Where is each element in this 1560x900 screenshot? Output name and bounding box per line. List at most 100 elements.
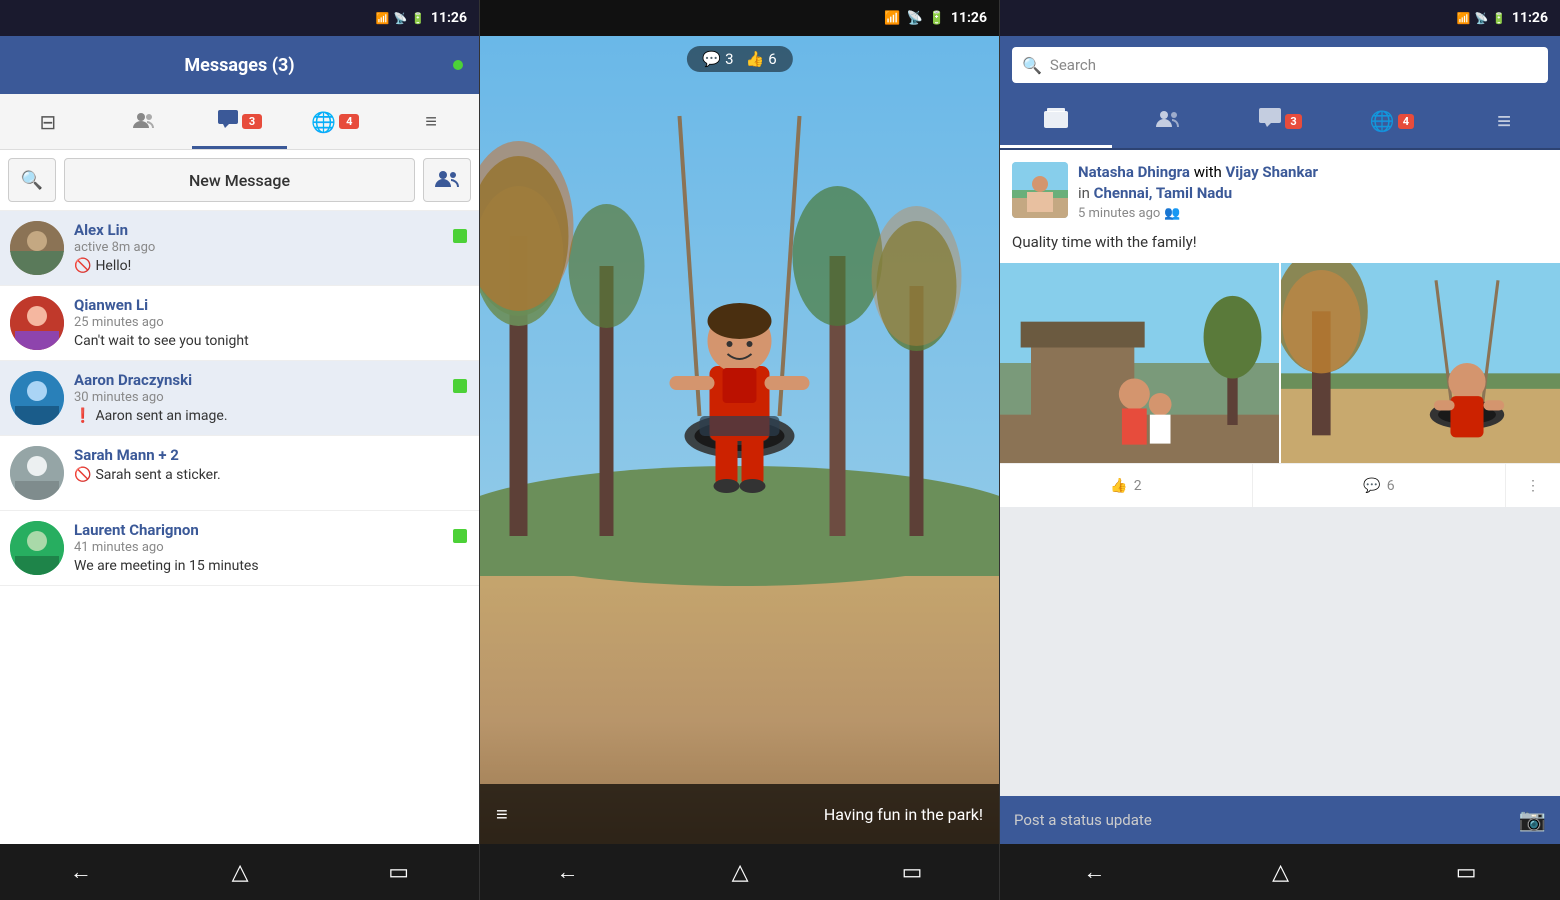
feed-tab-friends[interactable] [1112, 94, 1224, 148]
feed-tab-messages[interactable]: 3 [1224, 94, 1336, 148]
battery-icon-feed: 🔋 [1492, 12, 1506, 25]
photo-bottom-bar: ≡ Having fun in the park! [480, 784, 999, 844]
feed-globe-badge: 4 [1398, 114, 1414, 129]
message-info-aaron: Aaron Draczynski 30 minutes ago ❗ Aaron … [74, 371, 469, 424]
feed-globe-icon: 🌐 [1370, 109, 1395, 133]
message-preview-laurent: We are meeting in 15 minutes [74, 558, 469, 574]
avatar-qianwen [10, 296, 64, 350]
post-image-2[interactable] [1281, 263, 1560, 463]
messages-header: Messages (3) [0, 36, 479, 94]
comment-count: 3 [725, 50, 733, 68]
error-icon-aaron: ❗ [74, 408, 91, 424]
search-icon: 🔍 [21, 170, 43, 191]
post-avatar [1012, 162, 1068, 218]
message-item-alex[interactable]: Alex Lin active 8m ago 🚫 Hello! [0, 211, 479, 286]
comment-action[interactable]: 💬 6 [1253, 464, 1506, 507]
post-status-placeholder[interactable]: Post a status update [1014, 811, 1509, 829]
new-message-button[interactable]: New Message [64, 158, 415, 202]
battery-icon: 🔋 [411, 12, 425, 25]
camera-button[interactable]: 📷 [1519, 808, 1546, 833]
tab-messages[interactable]: 3 [192, 94, 288, 149]
signal-icon: 📡 [394, 12, 408, 25]
feed-tab-menu[interactable]: ≡ [1448, 94, 1560, 148]
message-item-sarah[interactable]: Sarah Mann + 2 🚫 Sarah sent a sticker. [0, 436, 479, 511]
post-author-line: Natasha Dhingra with Vijay Shankar in Ch… [1078, 162, 1548, 204]
feed-content: Natasha Dhingra with Vijay Shankar in Ch… [1000, 150, 1560, 796]
tab-home[interactable]: ⊟ [0, 94, 96, 149]
recents-button-photo[interactable]: ▭ [882, 852, 943, 893]
message-preview-aaron: ❗ Aaron sent an image. [74, 408, 469, 424]
message-time-laurent: 41 minutes ago [74, 540, 469, 555]
recents-button[interactable]: ▭ [368, 852, 429, 893]
home-button-feed[interactable]: △ [1252, 852, 1309, 893]
like-icon-photo: 👍 [746, 50, 765, 68]
home-button-photo[interactable]: △ [712, 852, 769, 893]
like-count: 6 [768, 50, 776, 68]
messages-icon [217, 109, 239, 134]
like-action[interactable]: 👍 2 [1000, 464, 1253, 507]
wifi-icon: 📶 [376, 12, 390, 25]
comment-icon-action: 💬 [1363, 478, 1380, 494]
photo-overlay-stats: 💬 3 👍 6 [686, 46, 792, 72]
new-message-label: New Message [189, 171, 290, 190]
signal-icon-feed: 📡 [1475, 12, 1489, 25]
online-dot [453, 60, 463, 70]
home-button[interactable]: △ [212, 852, 269, 893]
post-text: Quality time with the family! [1000, 229, 1560, 263]
tab-friends[interactable] [96, 94, 192, 149]
more-action[interactable]: ⋮ [1506, 464, 1560, 507]
feed-bottom-bar: Post a status update 📷 [1000, 796, 1560, 844]
panel-feed: 📶 📡 🔋 11:26 🔍 Search 3 [1000, 0, 1560, 900]
tab-menu[interactable]: ≡ [383, 94, 479, 149]
post-time: 5 minutes ago 👥 [1078, 206, 1548, 221]
message-name-alex: Alex Lin [74, 221, 469, 239]
toolbar: 🔍 New Message [0, 150, 479, 211]
message-preview-sarah: 🚫 Sarah sent a sticker. [74, 467, 469, 483]
message-item-qianwen[interactable]: Qianwen Li 25 minutes ago Can't wait to … [0, 286, 479, 361]
post-image-1[interactable] [1000, 263, 1279, 463]
search-box[interactable]: 🔍 Search [1012, 47, 1548, 83]
message-time-aaron: 30 minutes ago [74, 390, 469, 405]
message-info-laurent: Laurent Charignon 41 minutes ago We are … [74, 521, 469, 574]
search-button[interactable]: 🔍 [8, 158, 56, 202]
park-scene-svg [480, 36, 999, 844]
message-item-aaron[interactable]: Aaron Draczynski 30 minutes ago ❗ Aaron … [0, 361, 479, 436]
post-author-first: Natasha Dhingra [1078, 163, 1190, 181]
message-info-sarah: Sarah Mann + 2 🚫 Sarah sent a sticker. [74, 446, 469, 483]
photo-caption: Having fun in the park! [824, 805, 983, 824]
feed-tab-globe[interactable]: 🌐 4 [1336, 94, 1448, 148]
preview-text-qianwen: Can't wait to see you tonight [74, 333, 249, 349]
back-button[interactable]: ← [50, 851, 112, 893]
search-icon-feed: 🔍 [1022, 56, 1042, 75]
post-location: Chennai, Tamil Nadu [1094, 184, 1233, 202]
online-indicator-alex [453, 229, 467, 243]
hamburger-icon[interactable]: ≡ [496, 802, 508, 827]
panel-photo: 📶 📡 🔋 11:26 [480, 0, 1000, 900]
message-name-laurent: Laurent Charignon [74, 521, 469, 539]
like-stat: 👍 6 [746, 50, 777, 68]
error-icon-sarah: 🚫 [74, 467, 91, 483]
avatar-laurent [10, 521, 64, 575]
menu-icon: ≡ [425, 109, 437, 134]
bottom-nav-feed: ← △ ▭ [1000, 844, 1560, 900]
message-preview-qianwen: Can't wait to see you tonight [74, 333, 469, 349]
nav-tabs: ⊟ 3 🌐 4 ≡ [0, 94, 479, 150]
bottom-nav-messages: ← △ ▭ [0, 844, 479, 900]
message-preview-alex: 🚫 Hello! [74, 258, 469, 274]
message-name-qianwen: Qianwen Li [74, 296, 469, 314]
status-time: 11:26 [431, 10, 467, 26]
feed-nav-tabs: 3 🌐 4 ≡ [1000, 94, 1560, 150]
recents-button-feed[interactable]: ▭ [1436, 852, 1497, 893]
message-time-qianwen: 25 minutes ago [74, 315, 469, 330]
back-button-feed[interactable]: ← [1063, 851, 1125, 893]
feed-tab-home[interactable] [1000, 94, 1112, 148]
message-item-laurent[interactable]: Laurent Charignon 41 minutes ago We are … [0, 511, 479, 586]
back-button-photo[interactable]: ← [537, 851, 599, 893]
group-button[interactable] [423, 158, 471, 202]
tab-globe[interactable]: 🌐 4 [287, 94, 383, 149]
wifi-icon-feed: 📶 [1457, 12, 1471, 25]
message-info-qianwen: Qianwen Li 25 minutes ago Can't wait to … [74, 296, 469, 349]
online-indicator-aaron [453, 379, 467, 393]
battery-icon-photo: 🔋 [929, 11, 945, 26]
globe-icon: 🌐 [311, 110, 336, 134]
